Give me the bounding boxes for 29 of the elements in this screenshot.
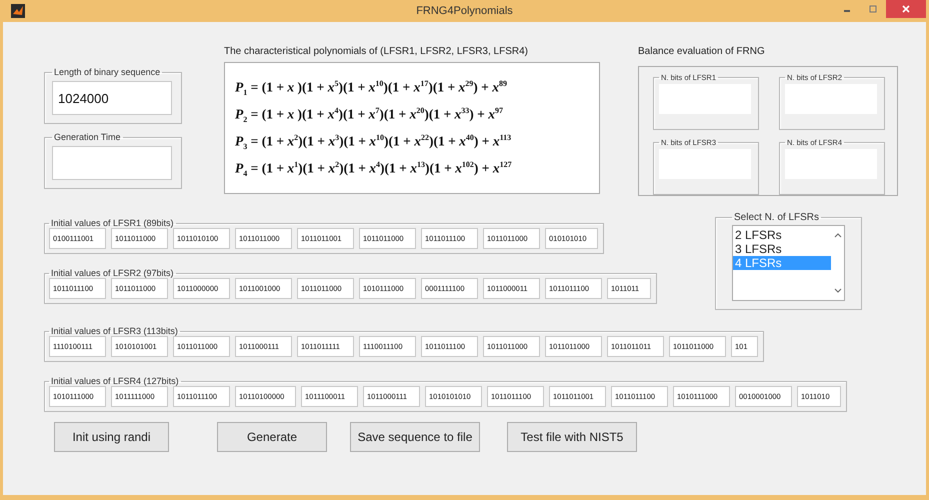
formula-text: P$_{1}$ = (1 + x )(1 + x$^{5}$)(1 + x$^{10}$)(1 + x$^{17}$)(1 + x$^{29}$) + x$^{89}$	[235, 78, 508, 95]
list-box[interactable]: 2 LFSRs 3 LFSRs 4 LFSRs	[732, 225, 845, 301]
group-label: Length of binary sequence	[53, 67, 162, 77]
group-label: Generation Time	[53, 132, 122, 142]
app-icon	[11, 4, 25, 18]
section-title: Balance evaluation of FRNG	[638, 46, 766, 59]
group-label: Select N. of LFSRs	[733, 212, 820, 223]
close-icon	[901, 4, 911, 14]
group-label: Initial values of LFSR1 (89bits)	[50, 218, 175, 228]
window-title: FRNG4Polynomials	[415, 5, 514, 17]
action-button[interactable]: Save sequence to file	[350, 422, 480, 452]
scroll-down-icon	[834, 288, 842, 294]
group-label: Initial values of LFSR2 (97bits)	[50, 268, 175, 278]
action-button[interactable]: Test file with NIST5	[507, 422, 637, 452]
action-button[interactable]: Init using randi	[54, 422, 169, 452]
action-button[interactable]: Generate	[217, 422, 327, 452]
formula-text: P$_{3}$ = (1 + x$^{2}$)(1 + x$^{3}$)(1 + x$^{10}$)(1 + x$^{22}$)(1 + x$^{40}$) + x$^{113}$	[235, 132, 512, 149]
input-field[interactable]	[52, 146, 172, 180]
close-button[interactable]	[886, 0, 926, 18]
list-item[interactable]: 2 LFSRs	[733, 228, 831, 242]
formula-text: P$_{2}$ = (1 + x )(1 + x$^{4}$)(1 + x$^{7}$)(1 + x$^{20}$)(1 + x$^{33}$) + x$^{97}$	[235, 105, 504, 122]
maximize-icon	[868, 4, 878, 14]
section-title: The characteristical polynomials of (LFSR1, LFSR2, LFSR3, LFSR4)	[224, 46, 529, 59]
list-item[interactable]: 3 LFSRs	[733, 242, 831, 256]
formula-text: P$_{4}$ = (1 + x$^{1}$)(1 + x$^{2}$)(1 + x$^{4}$)(1 + x$^{13}$)(1 + x$^{102}$) + x$^{127}$	[235, 159, 513, 176]
scroll-up-icon	[834, 232, 842, 238]
group-label: Initial values of LFSR4 (127bits)	[50, 376, 180, 386]
group-label: Initial values of LFSR3 (113bits)	[50, 326, 179, 336]
input-field[interactable]: 1024000	[52, 81, 172, 115]
